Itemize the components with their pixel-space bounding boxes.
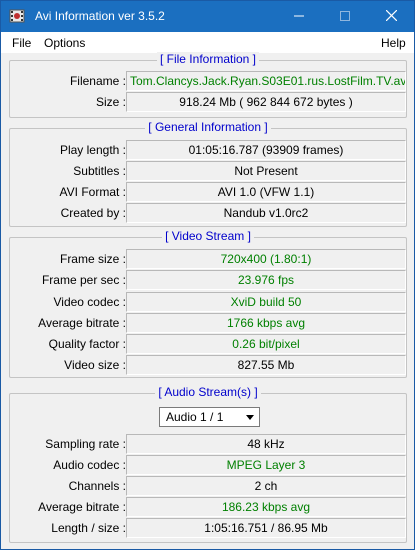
frame-size-value[interactable]: 720x400 (1.80:1) <box>126 249 406 269</box>
file-information-heading: [ File Information ] <box>156 52 260 66</box>
file-information-group: [ File Information ] Filename : Tom.Clan… <box>9 52 407 118</box>
play-length-label: Play length : <box>59 143 126 157</box>
size-label: Size : <box>95 95 126 109</box>
video-size-row: Video size : 827.55 Mb <box>10 355 406 375</box>
quality-factor-row: Quality factor : 0.26 bit/pixel <box>10 334 406 354</box>
avi-format-value[interactable]: AVI 1.0 (VFW 1.1) <box>126 182 406 202</box>
audio-stream-selector-value: Audio 1 / 1 <box>166 410 224 424</box>
window-title: Avi Information ver 3.5.2 <box>35 9 165 23</box>
video-codec-row: Video codec : XviD build 50 <box>10 292 406 312</box>
created-by-value[interactable]: Nandub v1.0rc2 <box>126 203 406 223</box>
chevron-down-icon <box>246 415 254 420</box>
video-bitrate-value[interactable]: 1766 kbps avg <box>126 313 406 333</box>
sampling-rate-label: Sampling rate : <box>45 437 126 451</box>
close-button[interactable] <box>368 1 414 32</box>
video-size-value[interactable]: 827.55 Mb <box>126 355 406 375</box>
audio-stream-group: [ Audio Stream(s) ] Audio 1 / 1 Sampling… <box>9 385 407 543</box>
audio-codec-value[interactable]: MPEG Layer 3 <box>126 455 406 475</box>
size-row: Size : 918.24 Mb ( 962 844 672 bytes ) <box>10 92 406 112</box>
length-size-row: Length / size : 1:05:16.751 / 86.95 Mb <box>10 518 406 538</box>
video-codec-value[interactable]: XviD build 50 <box>126 292 406 312</box>
fps-label: Frame per sec : <box>41 273 126 287</box>
video-stream-group: [ Video Stream ] Frame size : 720x400 (1… <box>9 229 407 378</box>
title-bar[interactable]: Avi Information ver 3.5.2 <box>1 1 414 32</box>
maximize-button[interactable] <box>322 1 368 32</box>
app-window: Avi Information ver 3.5.2 File Options H… <box>0 0 415 550</box>
general-information-heading: [ General Information ] <box>145 120 271 134</box>
menu-file[interactable]: File <box>12 36 31 50</box>
channels-row: Channels : 2 ch <box>10 476 406 496</box>
avi-format-row: AVI Format : AVI 1.0 (VFW 1.1) <box>10 182 406 202</box>
fps-row: Frame per sec : 23.976 fps <box>10 270 406 290</box>
quality-factor-label: Quality factor : <box>48 337 126 351</box>
size-value[interactable]: 918.24 Mb ( 962 844 672 bytes ) <box>126 92 406 112</box>
created-by-label: Created by : <box>60 206 126 220</box>
video-stream-heading: [ Video Stream ] <box>162 229 254 243</box>
length-size-value[interactable]: 1:05:16.751 / 86.95 Mb <box>126 518 406 538</box>
play-length-value[interactable]: 01:05:16.787 (93909 frames) <box>126 140 406 160</box>
avi-format-label: AVI Format : <box>59 185 126 199</box>
video-codec-label: Video codec : <box>53 295 127 309</box>
sampling-rate-value[interactable]: 48 kHz <box>126 434 406 454</box>
filename-label: Filename : <box>69 74 126 88</box>
menu-help[interactable]: Help <box>381 36 406 50</box>
minimize-icon <box>294 15 304 17</box>
audio-bitrate-value[interactable]: 186.23 kbps avg <box>126 497 406 517</box>
subtitles-row: Subtitles : Not Present <box>10 161 406 181</box>
audio-codec-row: Audio codec : MPEG Layer 3 <box>10 455 406 475</box>
filename-value[interactable]: Tom.Clancys.Jack.Ryan.S03E01.rus.LostFil… <box>126 71 406 91</box>
video-size-label: Video size : <box>64 358 126 372</box>
audio-bitrate-row: Average bitrate : 186.23 kbps avg <box>10 497 406 517</box>
sampling-rate-row: Sampling rate : 48 kHz <box>10 434 406 454</box>
audio-stream-selector[interactable]: Audio 1 / 1 <box>159 407 260 427</box>
maximize-icon <box>340 11 350 21</box>
channels-value[interactable]: 2 ch <box>126 476 406 496</box>
fps-value[interactable]: 23.976 fps <box>126 270 406 290</box>
audio-codec-label: Audio codec : <box>53 458 126 472</box>
minimize-button[interactable] <box>276 1 322 32</box>
close-icon <box>385 9 397 22</box>
film-icon <box>9 9 25 23</box>
filename-row: Filename : Tom.Clancys.Jack.Ryan.S03E01.… <box>10 71 406 91</box>
frame-size-label: Frame size : <box>59 252 126 266</box>
general-information-group: [ General Information ] Play length : 01… <box>9 120 407 227</box>
created-by-row: Created by : Nandub v1.0rc2 <box>10 203 406 223</box>
menu-options[interactable]: Options <box>44 36 85 50</box>
video-bitrate-label: Average bitrate : <box>38 316 126 330</box>
subtitles-label: Subtitles : <box>73 164 126 178</box>
menu-bar: File Options Help <box>1 32 414 54</box>
subtitles-value[interactable]: Not Present <box>126 161 406 181</box>
length-size-label: Length / size : <box>51 521 126 535</box>
channels-label: Channels : <box>68 479 126 493</box>
audio-stream-heading: [ Audio Stream(s) ] <box>155 385 261 399</box>
audio-bitrate-label: Average bitrate : <box>38 500 126 514</box>
quality-factor-value[interactable]: 0.26 bit/pixel <box>126 334 406 354</box>
play-length-row: Play length : 01:05:16.787 (93909 frames… <box>10 140 406 160</box>
frame-size-row: Frame size : 720x400 (1.80:1) <box>10 249 406 269</box>
video-bitrate-row: Average bitrate : 1766 kbps avg <box>10 313 406 333</box>
